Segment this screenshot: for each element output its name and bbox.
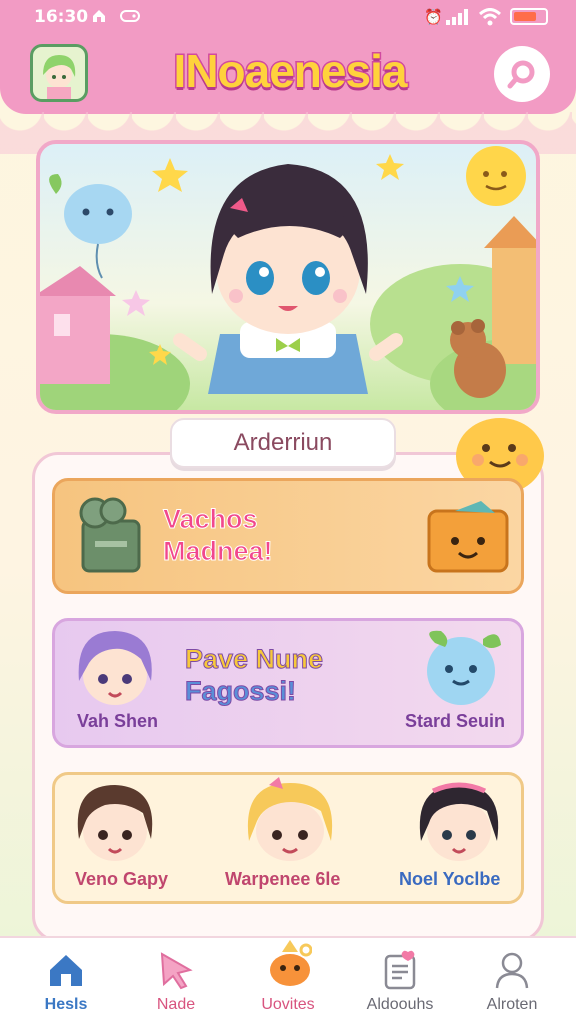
home-status-icon [93,10,105,22]
avatar-icon [33,47,85,99]
search-icon [507,60,535,89]
character-name-3: Noel Yoclbe [399,869,501,889]
purple-hair-character-icon [78,631,152,705]
card-2-right-name: Stard Seuin [405,711,506,731]
notes-icon [384,950,416,990]
status-bar: 16:30 ⏰ [0,0,576,34]
box-mascot-icon [427,501,509,573]
blue-blob-character-icon [427,630,501,705]
blonde-character-icon [247,777,333,861]
nav-item-alroten[interactable]: Alroten [462,938,562,1026]
card-1-title-line2: Madnea! [163,536,274,567]
cursor-icon [160,952,193,990]
feature-card-1[interactable]: Vachos Madnea! [52,478,524,594]
app-title: INoaenesia [172,44,409,99]
hero-banner[interactable] [36,140,540,414]
characters-card[interactable]: Veno Gapy Warpenee 6le Noel Yoclbe [52,772,524,904]
nav-label-aldoouhs: Aldoouhs [366,996,434,1013]
signal-icon [446,9,468,25]
brown-hair-character-icon [77,785,153,861]
feature-card-2[interactable]: Vah Shen Pave Nune Fagossi! Stard Seuin [52,618,524,748]
section-pill[interactable]: Arderriun [170,418,396,468]
alarm-icon: ⏰ [424,8,443,26]
person-icon [495,952,529,989]
card-1-title-line1: Vachos [163,504,259,535]
hero-illustration [40,146,536,410]
status-time: 16:30 [34,7,89,27]
profile-avatar-button[interactable] [30,44,88,102]
character-name-1: Veno Gapy [75,869,169,889]
nav-item-aldoouhs[interactable]: Aldoouhs [350,938,450,1026]
wifi-icon [478,8,502,26]
home-icon [50,955,82,986]
nav-item-uovites[interactable]: Uovites [238,938,338,1026]
nav-label-home: Hesls [44,996,88,1013]
bottom-navigation: Hesls Nade Uovites Aldoouhs Alroten [0,936,576,1026]
black-hair-character-icon [419,782,499,861]
card-2-left-name: Vah Shen [77,711,159,731]
card-2-title-line1: Pave Nune [184,644,324,675]
nav-label-nade: Nade [156,996,196,1013]
card-2-title-line2: Fagossi! [184,676,297,707]
character-name-2: Warpenee 6le [225,869,341,889]
nav-label-alroten: Alroten [486,996,538,1013]
card-2-title: Pave Nune Fagossi! [184,643,324,707]
nav-item-nade[interactable]: Nade [126,938,226,1026]
app-bar: INoaenesia [0,34,576,114]
gamepad-status-icon [120,10,140,22]
battery-icon [510,8,548,25]
search-button[interactable] [494,46,550,102]
card-1-title: Vachos Madnea! [163,503,274,567]
nav-label-uovites: Uovites [261,996,315,1013]
nav-item-home[interactable]: Hesls [16,938,116,1026]
notebook-icon [79,497,141,573]
mascot-icon [270,940,312,986]
